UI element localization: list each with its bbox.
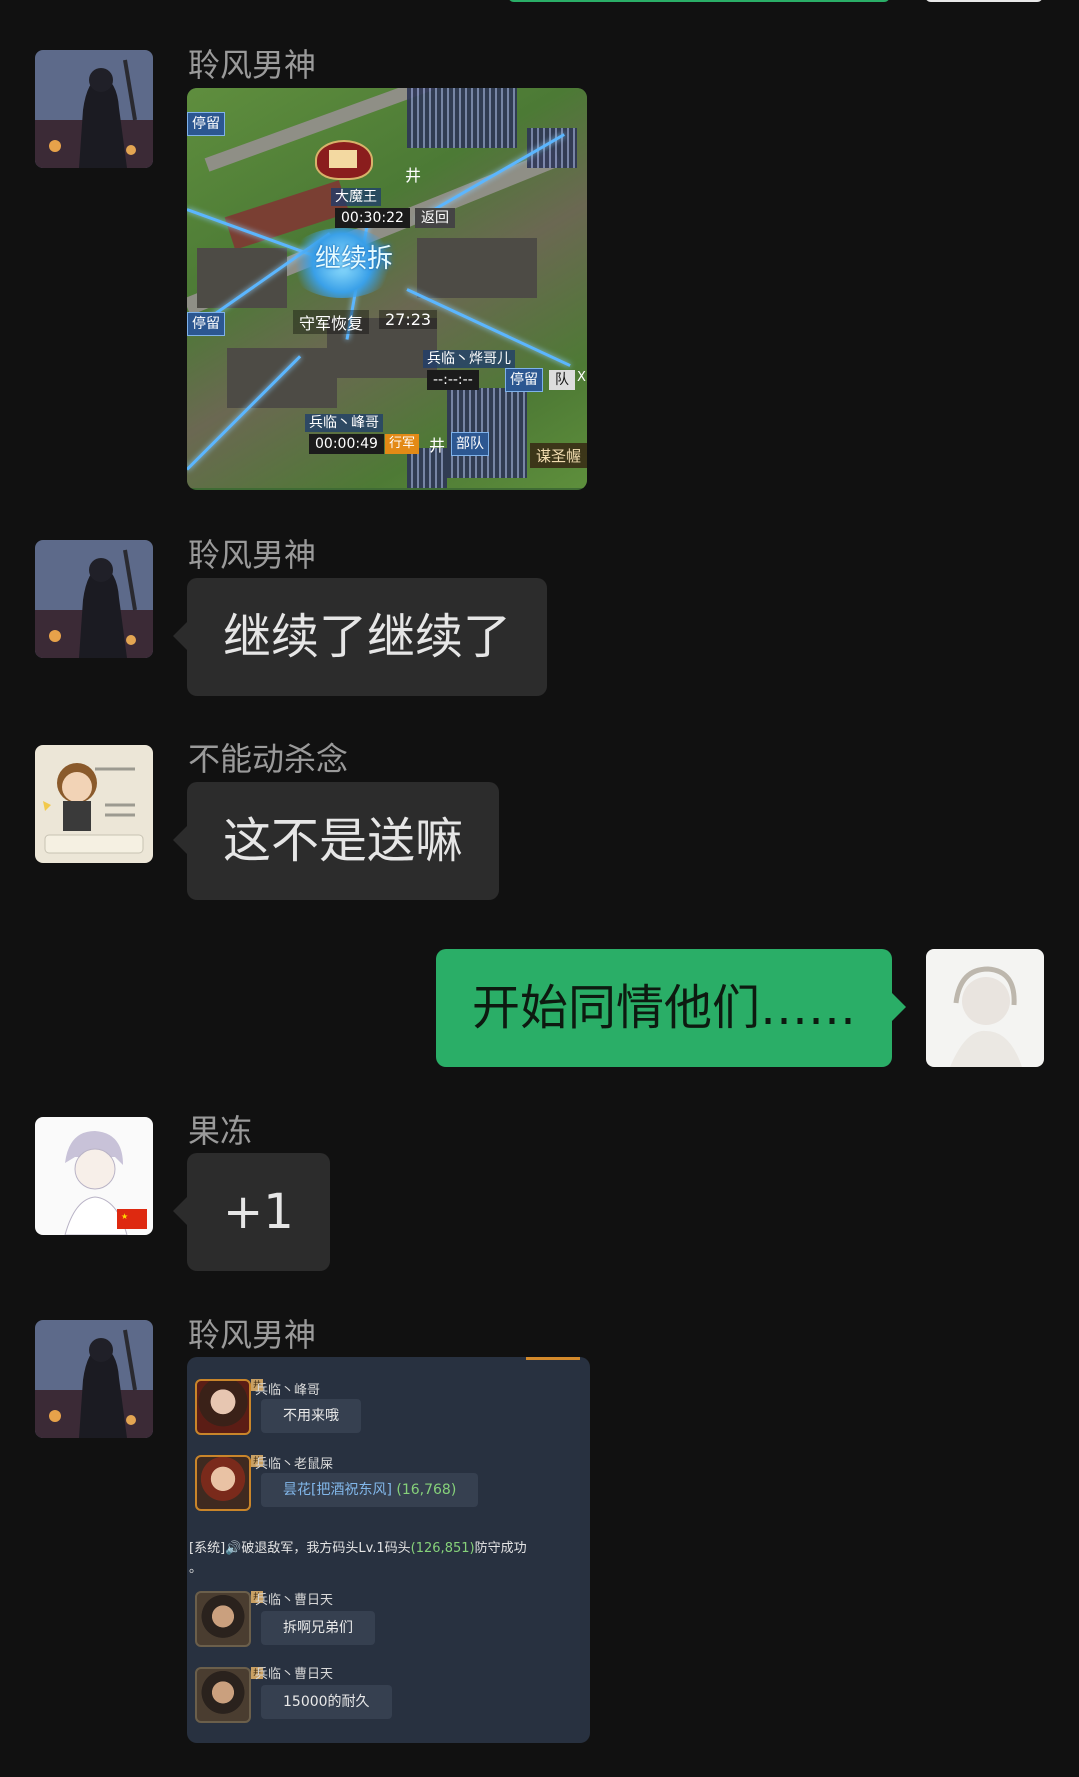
chat-message: 拆啊兄弟们 [261, 1611, 375, 1645]
item-link[interactable]: 昙花[把酒祝东风] [283, 1482, 392, 1498]
defense-recovery-label: 守军恢复 [293, 310, 370, 334]
boss-timer: 00:30:22 [335, 208, 410, 228]
sender-name: 聆风男神 [188, 536, 317, 574]
chat-message: 15000的耐久 [261, 1685, 392, 1719]
ninja-warrior-avatar-icon [35, 540, 153, 658]
player-name: 兵临丶峰哥 [255, 1383, 321, 1398]
sender-avatar[interactable] [35, 745, 153, 863]
anime-boy-avatar-icon: ★ [35, 1117, 153, 1235]
previous-self-bubble[interactable] [508, 0, 890, 2]
svg-text:★: ★ [121, 1212, 128, 1221]
player-avatar [195, 1379, 251, 1435]
well-marker: 井 [405, 166, 422, 185]
boss-return-button[interactable]: 返回 [415, 208, 455, 228]
game-map-screenshot[interactable]: 停留 停留 井 大魔王 00:30:22 返回 继续拆 守军恢复 27:23 兵… [187, 88, 587, 490]
cartoon-rookie-avatar-icon [35, 745, 153, 863]
player-name: 兵临丶曹日天 [255, 1667, 334, 1682]
city-emblem-icon [315, 140, 373, 180]
ninja-warrior-avatar-icon [35, 1320, 153, 1438]
chat-message: 昙花[把酒祝东风] (16,768) [261, 1473, 479, 1507]
chat-message: 不用来哦 [261, 1399, 361, 1433]
stay-tag[interactable]: 停留 [187, 312, 225, 336]
sender-avatar[interactable]: ★ [35, 1117, 153, 1235]
sender-name: 果冻 [188, 1112, 253, 1150]
message-bubble[interactable]: +1 [173, 1153, 330, 1271]
player-name: 兵临丶烨哥儿 [423, 350, 515, 368]
message-bubble[interactable]: 继续了继续了 [172, 578, 548, 696]
self-avatar[interactable] [926, 949, 1044, 1067]
player-name: 兵临丶峰哥 [305, 414, 383, 432]
sketch-girl-avatar-icon [926, 949, 1044, 1067]
self-message-bubble[interactable]: 开始同情他们…… [435, 949, 907, 1067]
player-name: 兵临丶曹日天 [255, 1593, 334, 1608]
army-tag[interactable]: 部队 [451, 432, 489, 456]
item-value: (16,768) [396, 1482, 457, 1498]
system-message: [系统]🔊破退敌军，我方码头Lv.1码头(126,851)防守成功。 [189, 1541, 527, 1576]
sender-name: 不能动杀念 [188, 740, 349, 778]
player-timer: --:--:-- [427, 370, 479, 390]
player-avatar [195, 1455, 251, 1511]
defense-recovery-timer: 27:23 [379, 310, 438, 329]
sender-avatar[interactable] [35, 50, 153, 168]
previous-self-avatar[interactable] [925, 0, 1043, 2]
well-marker: 井 [429, 436, 446, 455]
ninja-warrior-avatar-icon [35, 50, 153, 168]
boss-name: 大魔王 [331, 188, 381, 206]
player-name: 兵临丶老鼠屎 [255, 1457, 334, 1472]
player-timer: 00:00:49 [309, 434, 384, 454]
corner-label: 谋圣幄 [529, 443, 587, 468]
stay-tag[interactable]: 停留 [505, 368, 543, 392]
previous-messages-edge [0, 0, 1079, 6]
sender-name: 聆风男神 [188, 1316, 317, 1354]
march-tag[interactable]: 行军 [385, 434, 420, 454]
player-avatar [195, 1591, 251, 1647]
game-chat-screenshot[interactable]: 井 兵临丶峰哥 不用来哦 井 兵临丶老鼠屎 昙花[把酒祝东风] (16,768)… [187, 1357, 590, 1743]
stay-tag[interactable]: 停留 [187, 112, 225, 136]
sender-avatar[interactable] [35, 540, 153, 658]
sender-name: 聆风男神 [188, 46, 317, 84]
close-mark[interactable]: X [571, 370, 587, 385]
sender-avatar[interactable] [35, 1320, 153, 1438]
player-avatar [195, 1667, 251, 1723]
continue-demolish-text: 继续拆 [315, 244, 394, 274]
message-bubble[interactable]: 这不是送嘛 [172, 782, 500, 900]
